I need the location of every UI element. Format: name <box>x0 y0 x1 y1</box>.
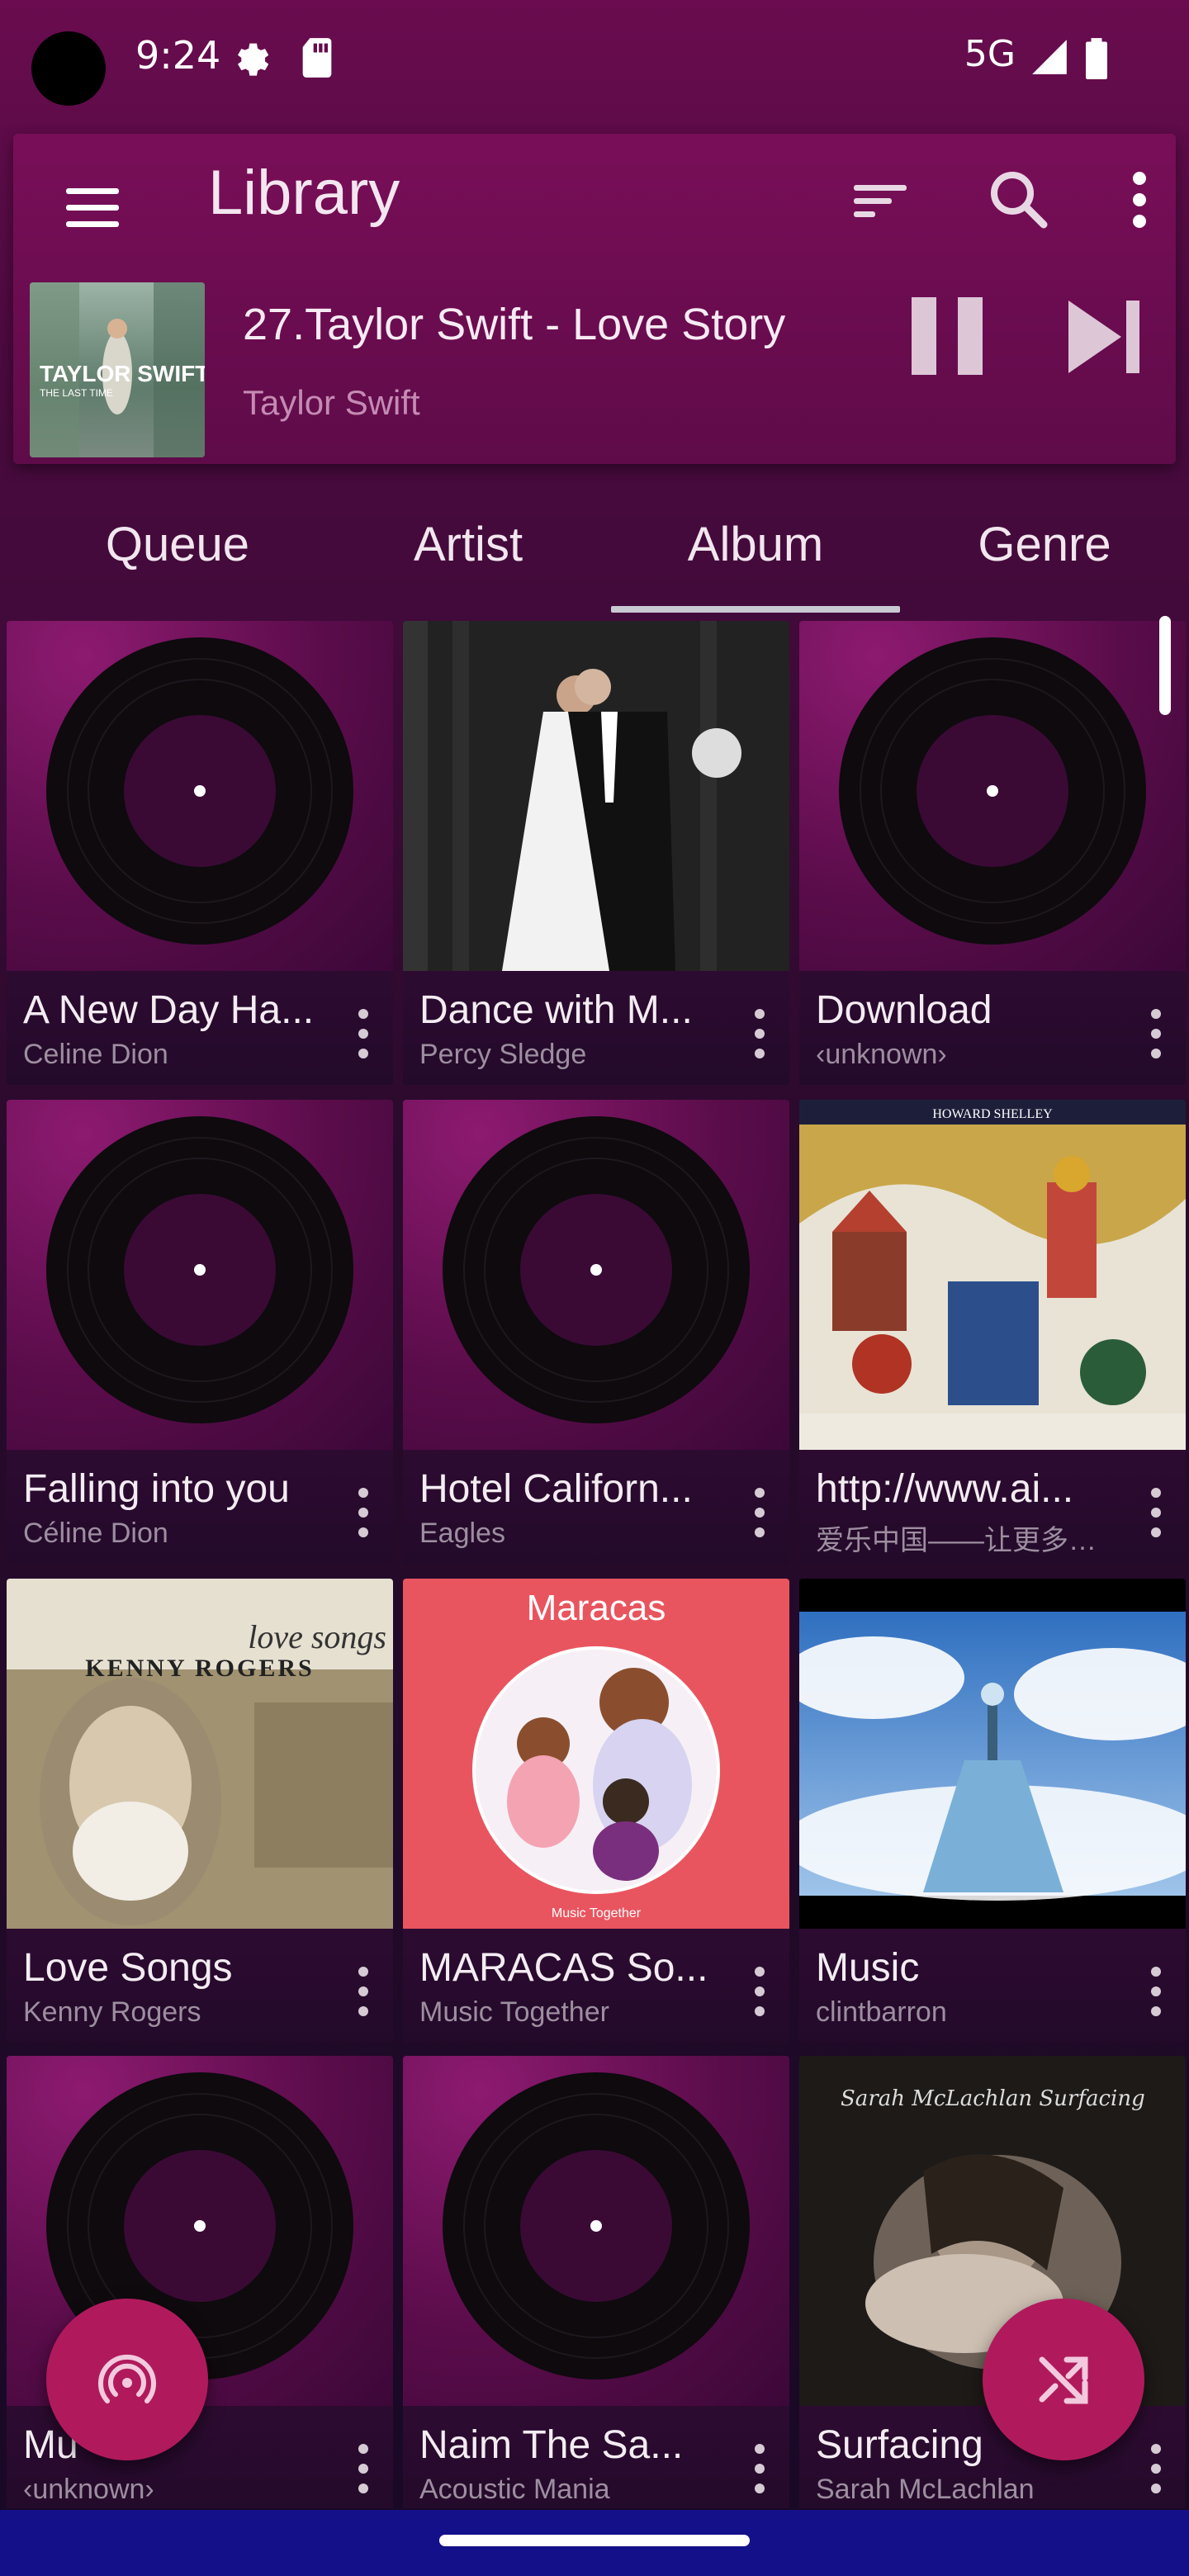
svg-text:Music Together: Music Together <box>552 1906 642 1920</box>
now-playing-album-art[interactable]: TAYLOR SWIFT THE LAST TIME <box>30 282 205 457</box>
album-cover-image: Maracas Music Together <box>403 1579 789 1929</box>
album-artist: Acoustic Mania <box>419 2474 610 2505</box>
more-vert-icon[interactable] <box>745 1480 775 1546</box>
more-vert-icon[interactable] <box>1141 2436 1171 2502</box>
album-title: MARACAS So... <box>419 1946 708 1990</box>
album-artist: Celine Dion <box>23 1039 168 1070</box>
signal-icon <box>1032 40 1067 74</box>
album-artist: Percy Sledge <box>419 1039 587 1070</box>
battery-icon <box>1086 38 1107 79</box>
album-card[interactable]: Sarah McLachlan Surfacing Surfacing Sara… <box>799 2056 1186 2508</box>
vinyl-placeholder-icon <box>7 621 393 971</box>
svg-text:Sarah McLachlan Surfacing: Sarah McLachlan Surfacing <box>841 2086 1145 2111</box>
album-card[interactable]: Maracas Music Together MARACAS So... Mus… <box>403 1579 789 2043</box>
album-card[interactable]: A New Day Ha... Celine Dion <box>7 621 393 1085</box>
more-vert-icon[interactable] <box>745 1001 775 1067</box>
svg-text:love songs: love songs <box>248 1618 386 1655</box>
home-gesture-handle[interactable] <box>439 2535 750 2546</box>
svg-text:KENNY ROGERS: KENNY ROGERS <box>85 1655 314 1682</box>
now-playing-title[interactable]: 27.Taylor Swift - Love Story <box>243 299 785 350</box>
album-artist: Sarah McLachlan <box>816 2474 1035 2505</box>
album-title: Music <box>816 1946 920 1990</box>
album-cover-image <box>799 1579 1186 1929</box>
more-vert-icon[interactable] <box>1141 1958 1171 2024</box>
album-card[interactable]: Music clintbarron <box>799 1579 1186 2043</box>
pause-icon[interactable] <box>893 282 1001 390</box>
album-artist: Céline Dion <box>23 1518 168 1549</box>
broadcast-button[interactable] <box>46 2299 208 2460</box>
svg-text:Maracas: Maracas <box>527 1588 666 1628</box>
album-card[interactable]: Mu ‹unknown› <box>7 2056 393 2508</box>
sd-card-icon <box>302 38 332 78</box>
album-title: Love Songs <box>23 1946 233 1990</box>
album-card[interactable]: love songs KENNY ROGERS Love Songs Kenny… <box>7 1579 393 2043</box>
album-artist: Eagles <box>419 1518 505 1549</box>
album-artist: 爱乐中国——让更多的人 <box>816 1525 1121 1556</box>
skip-next-icon[interactable] <box>1050 287 1158 386</box>
album-card[interactable]: HOWARD SHELLEY http://www.ai... 爱乐中国——让更… <box>799 1100 1186 1564</box>
now-playing-artist[interactable]: Taylor Swift <box>243 383 420 423</box>
selected-tab-indicator <box>611 606 900 613</box>
album-artist: Kenny Rogers <box>23 1996 201 2028</box>
menu-icon[interactable] <box>51 170 134 244</box>
more-vert-icon[interactable] <box>745 2436 775 2502</box>
more-vert-icon[interactable] <box>1141 1480 1171 1546</box>
library-header-card: Library TAYLOR SWIFT THE LAST TIME 27.Ta… <box>13 134 1176 464</box>
tab-artist[interactable]: Artist <box>324 495 613 611</box>
status-bar: 9:24 5G <box>0 0 1189 124</box>
vinyl-placeholder-icon <box>403 1100 789 1450</box>
album-title: Download <box>816 988 992 1032</box>
scrollbar-thumb[interactable] <box>1159 616 1171 715</box>
system-navigation-bar <box>0 2510 1189 2576</box>
svg-text:HOWARD SHELLEY: HOWARD SHELLEY <box>932 1107 1053 1121</box>
page-title: Library <box>208 158 400 228</box>
album-card[interactable]: Hotel Californ... Eagles <box>403 1100 789 1564</box>
album-card[interactable]: Falling into you Céline Dion <box>7 1100 393 1564</box>
broadcast-icon <box>98 2354 156 2403</box>
album-artist: ‹unknown› <box>23 2474 154 2505</box>
more-vert-icon[interactable] <box>348 2436 378 2502</box>
shuffle-icon <box>1039 2356 1088 2404</box>
album-title: A New Day Ha... <box>23 988 315 1032</box>
album-card[interactable]: Dance with M... Percy Sledge <box>403 621 789 1085</box>
search-icon[interactable] <box>978 159 1060 241</box>
album-artist: clintbarron <box>816 1996 947 2028</box>
settings-icon <box>238 43 269 76</box>
more-vert-icon[interactable] <box>348 1001 378 1067</box>
tab-queue[interactable]: Queue <box>33 495 322 611</box>
vinyl-placeholder-icon <box>799 621 1186 971</box>
shuffle-button[interactable] <box>983 2299 1144 2460</box>
tab-album[interactable]: Album <box>611 495 900 611</box>
album-artist: ‹unknown› <box>816 1039 947 1070</box>
album-cover-image <box>403 621 789 971</box>
album-card[interactable]: Naim The Sa... Acoustic Mania <box>403 2056 789 2508</box>
svg-text:THE LAST TIME: THE LAST TIME <box>40 387 113 399</box>
album-title: http://www.ai... <box>816 1467 1074 1511</box>
album-title: Naim The Sa... <box>419 2423 684 2467</box>
vinyl-placeholder-icon <box>403 2056 789 2406</box>
status-time: 9:24 <box>135 33 221 78</box>
album-cover-image: love songs KENNY ROGERS <box>7 1579 393 1929</box>
camera-cutout <box>31 31 106 106</box>
more-vert-icon[interactable] <box>348 1480 378 1546</box>
more-vert-icon[interactable] <box>1141 1001 1171 1067</box>
vinyl-placeholder-icon <box>7 1100 393 1450</box>
album-artist: Music Together <box>419 1996 609 2028</box>
album-title: Dance with M... <box>419 988 693 1032</box>
album-card[interactable]: Download ‹unknown› <box>799 621 1186 1085</box>
album-title: Hotel Californ... <box>419 1467 693 1511</box>
library-tabs: Queue Artist Album Genre <box>0 495 1189 616</box>
network-type: 5G <box>964 33 1016 75</box>
tab-genre[interactable]: Genre <box>900 495 1189 611</box>
more-vert-icon[interactable] <box>1098 159 1181 241</box>
svg-text:TAYLOR SWIFT: TAYLOR SWIFT <box>40 361 205 386</box>
album-cover-image: HOWARD SHELLEY <box>799 1100 1186 1450</box>
more-vert-icon[interactable] <box>348 1958 378 2024</box>
album-title: Falling into you <box>23 1467 290 1511</box>
album-grid: A New Day Ha... Celine Dion Dance with M… <box>0 618 1189 2508</box>
more-vert-icon[interactable] <box>745 1958 775 2024</box>
sort-icon[interactable] <box>839 159 921 241</box>
